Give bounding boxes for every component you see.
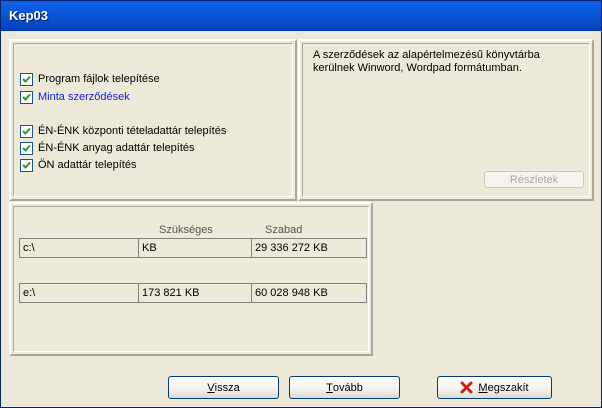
cancel-button[interactable]: Megszakít (437, 376, 552, 399)
description-text: A szerződések az alapértelmezésű könyvtá… (313, 49, 540, 74)
option-central-item-repository[interactable]: ÉN-ÉNK központi tételadattár telepítés (20, 124, 226, 138)
checkbox[interactable] (20, 141, 33, 155)
drive-cell: c:\ (23, 242, 35, 254)
checkmark-icon (22, 161, 31, 169)
table-row: e:\ 173 821 KB 60 028 948 KB (19, 283, 367, 303)
option-material-repository[interactable]: ÉN-ÉNK anyag adattár telepítés (20, 141, 195, 155)
free-cell: 60 028 948 KB (255, 287, 328, 299)
option-label: ÉN-ÉNK anyag adattár telepítés (38, 142, 195, 154)
checkbox[interactable] (20, 72, 33, 86)
option-label: Minta szerződések (38, 91, 130, 103)
checkmark-icon (22, 127, 31, 135)
next-button[interactable]: Tovább (289, 376, 400, 399)
option-sample-contracts[interactable]: Minta szerződések (20, 90, 130, 104)
option-own-repository[interactable]: ÖN adattár telepítés (20, 158, 136, 172)
table-row: c:\ KB 29 336 272 KB (19, 238, 367, 258)
close-x-icon (460, 381, 473, 394)
drive-cell: e:\ (23, 287, 36, 299)
title-bar[interactable]: Kep03 (1, 1, 601, 31)
details-button[interactable]: Részletek (484, 171, 584, 188)
window-title: Kep03 (9, 8, 49, 23)
option-label: Program fájlok telepítése (38, 73, 160, 85)
options-panel: Program fájlok telepítése Minta szerződé… (9, 39, 297, 201)
checkbox[interactable] (20, 158, 33, 172)
required-cell: 173 821 KB (142, 287, 200, 299)
installer-window: Kep03 Program fájlok telepítése Minta sz… (0, 0, 602, 408)
checkmark-icon (22, 93, 31, 101)
checkmark-icon (22, 144, 31, 152)
checkbox[interactable] (20, 124, 33, 138)
option-program-files[interactable]: Program fájlok telepítése (20, 72, 160, 86)
disk-space-panel: Szükséges Szabad c:\ KB 29 336 272 KB e:… (9, 202, 373, 356)
required-cell: KB (142, 242, 157, 254)
free-cell: 29 336 272 KB (255, 242, 328, 254)
option-label: ÖN adattár telepítés (38, 159, 137, 171)
checkmark-icon (22, 75, 31, 83)
description-panel: A szerződések az alapértelmezésű könyvtá… (298, 39, 594, 201)
option-label: ÉN-ÉNK központi tételadattár telepítés (38, 125, 227, 137)
back-button[interactable]: Vissza (168, 376, 279, 399)
free-column-header: Szabad (265, 224, 303, 236)
required-column-header: Szükséges (159, 224, 213, 236)
checkbox[interactable] (20, 90, 33, 104)
